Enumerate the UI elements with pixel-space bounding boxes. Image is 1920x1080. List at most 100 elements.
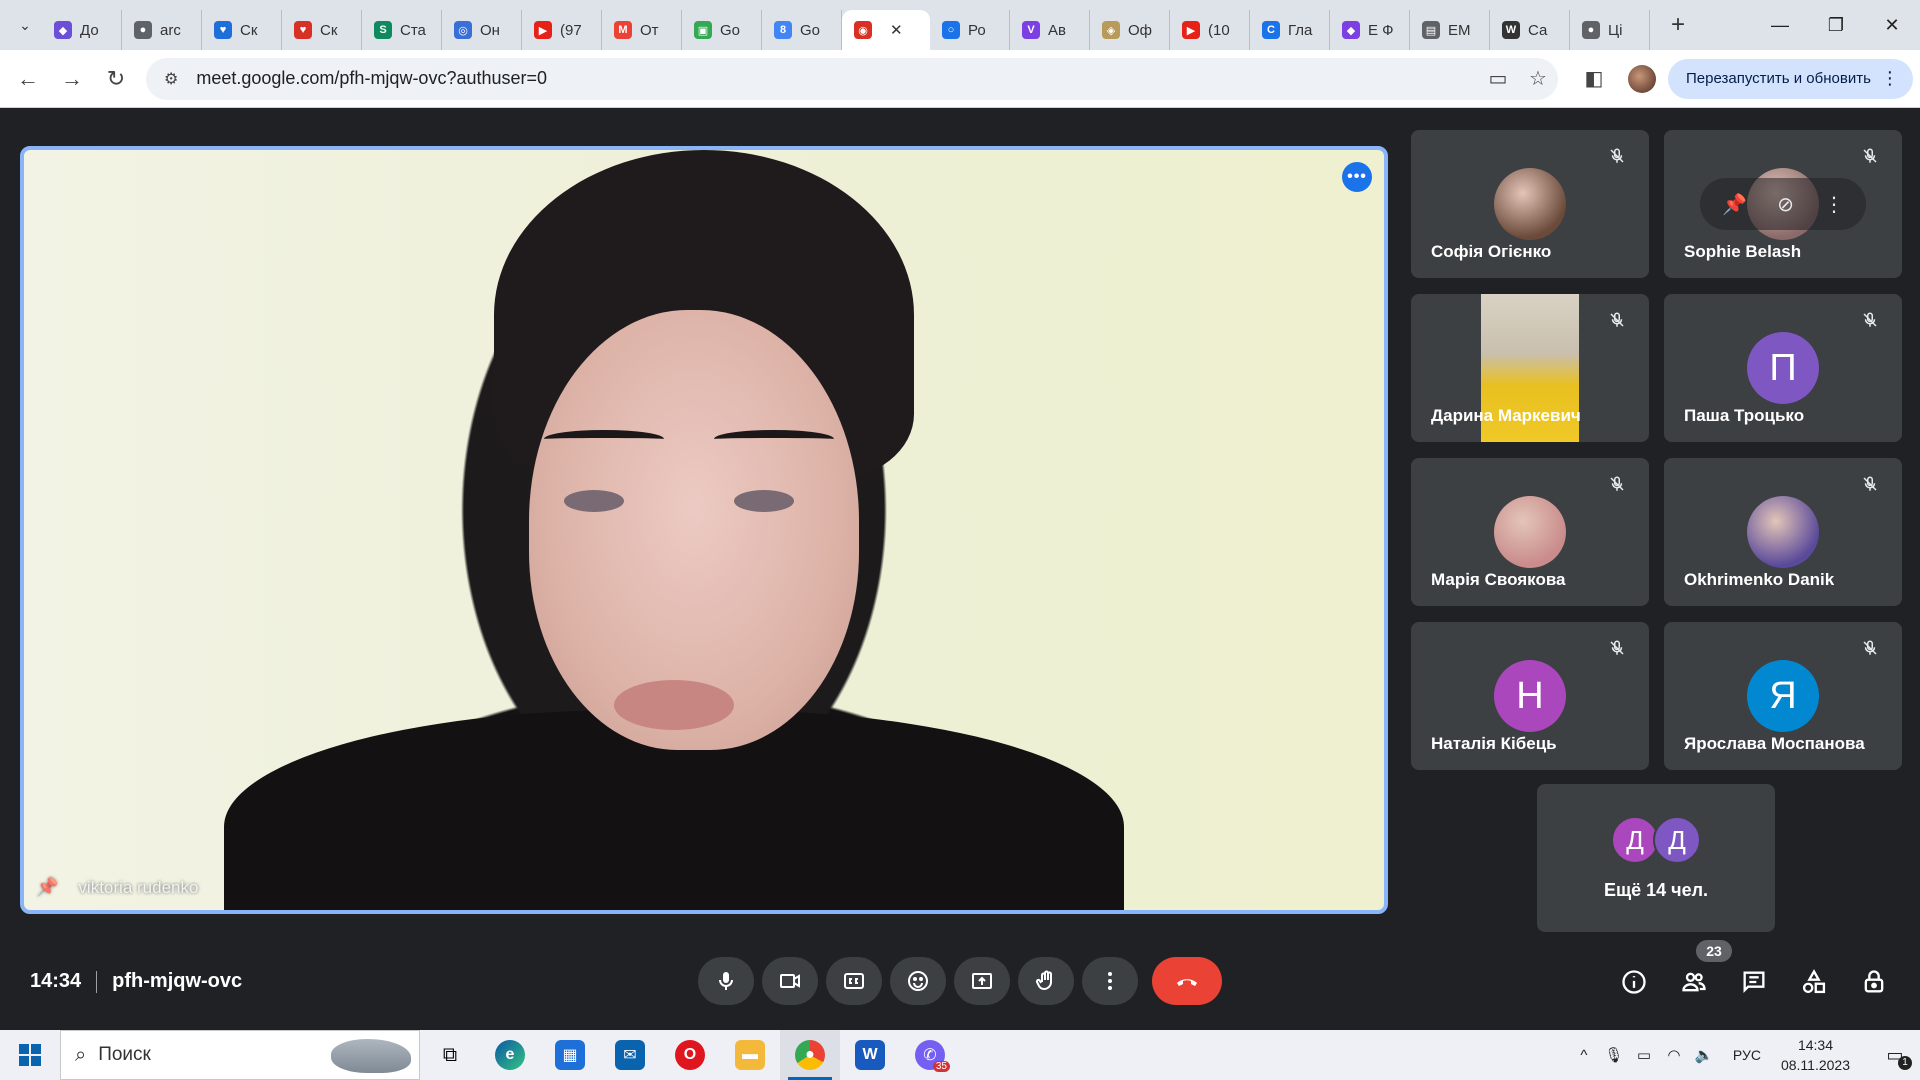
microphone-button[interactable] [698, 957, 754, 1005]
taskbar-app-viber[interactable]: ✆ 35 [900, 1030, 960, 1080]
more-vert-icon[interactable]: ⋮ [1824, 192, 1844, 217]
chrome-icon: ● [795, 1040, 825, 1070]
people-button[interactable] [1672, 960, 1716, 1004]
video-content-eye [564, 490, 624, 512]
reload-button[interactable]: ↻ [94, 57, 138, 101]
leave-call-button[interactable] [1152, 957, 1222, 1005]
participant-tile[interactable]: П Паша Троцько [1664, 294, 1902, 442]
participant-tile[interactable]: Н Наталія Кібець [1411, 622, 1649, 770]
browser-tab[interactable]: ▤ ЕМ [1410, 10, 1490, 50]
more-options-button[interactable] [1082, 957, 1138, 1005]
taskbar-app-edge[interactable]: e [480, 1030, 540, 1080]
browser-tab[interactable]: ▶ (10 [1170, 10, 1250, 50]
wifi-icon[interactable]: ◠ [1659, 1046, 1689, 1064]
browser-tab[interactable]: 8 Go [762, 10, 842, 50]
tab-label: Ста [400, 21, 426, 39]
browser-tab[interactable]: ◆ Е Ф [1330, 10, 1410, 50]
taskbar-app-word[interactable]: W [840, 1030, 900, 1080]
tab-favicon-icon: S [374, 21, 392, 39]
browser-tab[interactable]: ● arc [122, 10, 202, 50]
taskbar-app-explorer[interactable]: ▬ [720, 1030, 780, 1080]
browser-tab[interactable]: C Гла [1250, 10, 1330, 50]
task-view-button[interactable]: ⧉ [420, 1030, 480, 1080]
taskbar-app-store[interactable]: ▦ [540, 1030, 600, 1080]
participant-tile[interactable]: Марія Своякова [1411, 458, 1649, 606]
browser-tab[interactable]: ♥ Ск [202, 10, 282, 50]
present-screen-button[interactable] [954, 957, 1010, 1005]
pin-icon[interactable]: 📌 [36, 877, 58, 898]
maximize-button[interactable]: ❐ [1808, 0, 1864, 50]
back-button[interactable]: ← [6, 57, 50, 101]
participant-tile[interactable]: Дарина Маркевич [1411, 294, 1649, 442]
search-highlight-image [331, 1039, 411, 1073]
tab-favicon-icon: V [1022, 21, 1040, 39]
browser-tab[interactable]: V Ав [1010, 10, 1090, 50]
address-bar[interactable]: ⚙ meet.google.com/pfh-mjqw-ovc?authuser=… [146, 57, 1558, 100]
participant-tile[interactable]: 📌 ⊘ ⋮ Sophie Belash [1664, 130, 1902, 278]
tile-more-options-button[interactable]: ••• [1342, 162, 1372, 192]
clock[interactable]: 14:34 08.11.2023 [1781, 1035, 1850, 1075]
tab-label: Са [1528, 21, 1548, 39]
relaunch-label: Перезапустить и обновить [1686, 70, 1871, 87]
reactions-button[interactable] [890, 957, 946, 1005]
browser-tab[interactable]: M От [602, 10, 682, 50]
battery-icon[interactable]: ▭ [1629, 1046, 1659, 1064]
taskbar-app-opera[interactable]: O [660, 1030, 720, 1080]
tab-label: Е Ф [1368, 21, 1394, 39]
volume-icon[interactable]: 🔈 [1689, 1046, 1719, 1064]
meeting-details-button[interactable] [1612, 960, 1656, 1004]
browser-tab[interactable]: ◎ Он [442, 10, 522, 50]
language-indicator[interactable]: РУС [1733, 1047, 1761, 1063]
reload-icon: ↻ [106, 65, 126, 91]
tab-search-button[interactable]: ⌄ [8, 8, 42, 42]
edge-icon: e [495, 1040, 525, 1070]
side-panel-icon[interactable]: ◧ [1572, 66, 1616, 91]
activities-button[interactable] [1792, 960, 1836, 1004]
profile-avatar[interactable] [1628, 64, 1656, 93]
close-window-button[interactable]: ✕ [1864, 0, 1920, 50]
more-vert-icon [1108, 972, 1112, 990]
browser-tab[interactable]: ◆ До [42, 10, 122, 50]
main-video-tile[interactable]: ••• 📌 viktoria rudenko [20, 146, 1388, 914]
browser-tab[interactable]: S Ста [362, 10, 442, 50]
tab-favicon-icon: M [614, 21, 632, 39]
notification-center-button[interactable]: ▭ 1 [1870, 1045, 1920, 1070]
tab-favicon-icon: ♥ [294, 21, 312, 39]
taskbar-app-chrome[interactable]: ● [780, 1030, 840, 1080]
hand-icon [1035, 970, 1052, 991]
participant-tile[interactable]: Я Ярослава Моспанова [1664, 622, 1902, 770]
start-button[interactable] [0, 1030, 60, 1080]
browser-tab[interactable]: ○ Ро [930, 10, 1010, 50]
browser-tab[interactable]: ● Ці [1570, 10, 1650, 50]
participant-tile[interactable]: Okhrimenko Danik [1664, 458, 1902, 606]
raise-hand-button[interactable] [1018, 957, 1074, 1005]
pin-icon[interactable]: 📌 [1722, 192, 1747, 217]
tab-favicon-icon: C [1262, 21, 1280, 39]
camera-icon[interactable]: ▭ [1478, 66, 1518, 91]
site-settings-icon[interactable]: ⚙ [164, 69, 178, 89]
new-tab-button[interactable]: + [1660, 7, 1696, 43]
forward-button[interactable]: → [50, 57, 94, 101]
browser-tab[interactable]: ◈ Оф [1090, 10, 1170, 50]
minimize-button[interactable]: — [1752, 0, 1808, 50]
chevron-up-icon[interactable]: ^ [1569, 1047, 1599, 1064]
taskbar-search[interactable]: ⌕ Поиск [60, 1030, 420, 1080]
mute-icon[interactable]: ⊘ [1777, 192, 1794, 217]
more-participants-tile[interactable]: Д Д Ещё 14 чел. [1537, 784, 1775, 932]
bookmark-star-icon[interactable]: ☆ [1518, 66, 1558, 91]
browser-tab[interactable]: ♥ Ск [282, 10, 362, 50]
browser-tab[interactable]: ▶ (97 [522, 10, 602, 50]
tab-close-icon[interactable]: ✕ [890, 21, 903, 39]
camera-button[interactable] [762, 957, 818, 1005]
participant-tile[interactable]: Софія Огієнко [1411, 130, 1649, 278]
browser-tab[interactable]: W Са [1490, 10, 1570, 50]
taskbar-app-mail[interactable]: ✉ [600, 1030, 660, 1080]
browser-tab[interactable]: ◉ ✕ [842, 10, 930, 50]
tab-favicon-icon: ▣ [694, 21, 712, 39]
relaunch-button[interactable]: Перезапустить и обновить ⋮ [1668, 58, 1913, 99]
host-controls-button[interactable] [1852, 960, 1896, 1004]
captions-button[interactable] [826, 957, 882, 1005]
microphone-tray-icon[interactable]: 🎙 [1599, 1046, 1629, 1064]
chat-button[interactable] [1732, 960, 1776, 1004]
browser-tab[interactable]: ▣ Go [682, 10, 762, 50]
